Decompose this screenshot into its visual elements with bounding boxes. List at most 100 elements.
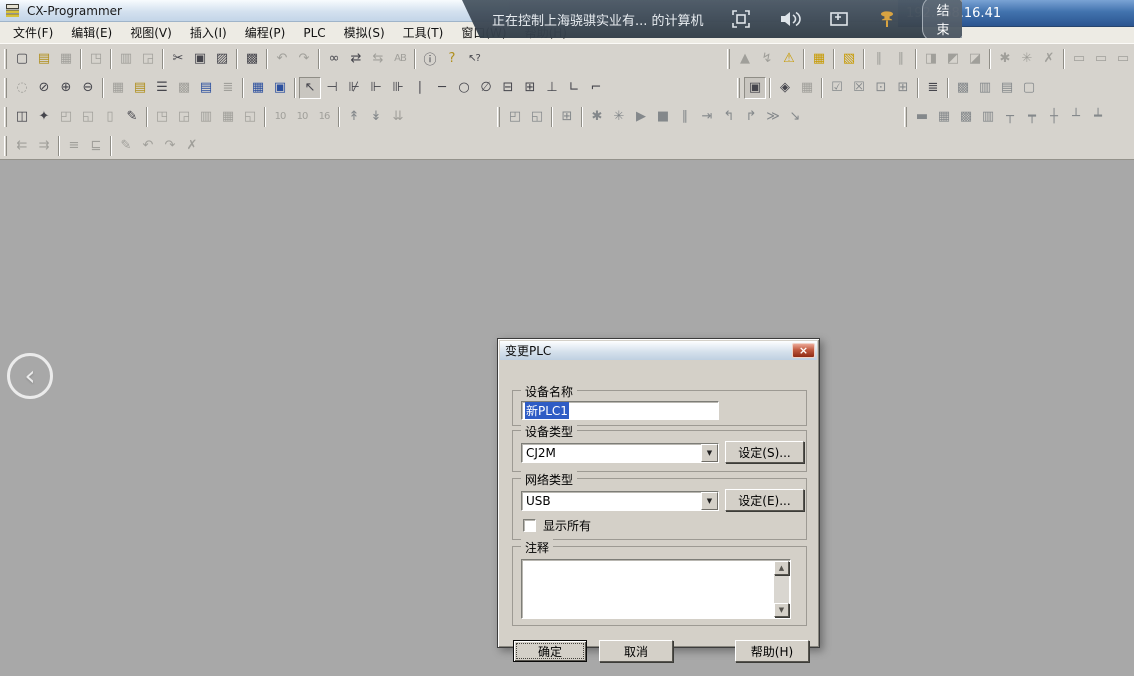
transfer-all-icon[interactable]: ⇊ xyxy=(387,106,409,128)
address-list-icon[interactable]: ☰ xyxy=(151,77,173,99)
network-type-combo[interactable]: USB ▼ xyxy=(521,491,719,511)
compile-icon[interactable]: ✦ xyxy=(33,106,55,128)
paste-icon[interactable]: ▨ xyxy=(211,48,233,70)
watch-remove-icon[interactable]: ☒ xyxy=(848,77,870,99)
vertical-line-icon[interactable]: ∣ xyxy=(409,77,431,99)
sim-mode-2-icon[interactable]: ✳ xyxy=(608,106,630,128)
pin-icon[interactable] xyxy=(876,8,898,30)
sma-view-icon[interactable]: ▦ xyxy=(247,77,269,99)
toolbar-grip[interactable] xyxy=(4,107,7,127)
cut-icon[interactable]: ✂ xyxy=(167,48,189,70)
force-cancel-icon[interactable]: ✗ xyxy=(1038,48,1060,70)
cancel-button[interactable]: 取消 xyxy=(599,640,673,662)
monitor-3-icon[interactable]: ▤ xyxy=(996,77,1018,99)
copy-icon[interactable]: ▣ xyxy=(189,48,211,70)
delete-branch-icon[interactable]: ⌐ xyxy=(585,77,607,99)
transfer-to-plc-icon[interactable]: ◨ xyxy=(920,48,942,70)
dialog-close-button[interactable]: × xyxy=(792,343,815,358)
indent-icon[interactable]: ⇉ xyxy=(33,135,55,157)
cross-reference-icon[interactable]: ◳ xyxy=(151,106,173,128)
properties-icon[interactable]: ✎ xyxy=(121,106,143,128)
online-edit-icon[interactable]: ↯ xyxy=(756,48,778,70)
net-topology-2-icon[interactable]: ┯ xyxy=(1021,106,1043,128)
menu-item-file[interactable]: 文件(F) xyxy=(4,21,62,44)
redo-rung-icon[interactable]: ↷ xyxy=(159,135,181,157)
ok-button[interactable]: 确定 xyxy=(513,640,587,662)
transfer-options2-icon[interactable]: ◱ xyxy=(77,106,99,128)
instruction-box-icon[interactable]: ⊟ xyxy=(497,77,519,99)
zoom-tool-icon[interactable]: ⊘ xyxy=(33,77,55,99)
sim-stop-icon[interactable]: ■ xyxy=(652,106,674,128)
net-topology-3-icon[interactable]: ┼ xyxy=(1043,106,1065,128)
coil-icon[interactable]: ○ xyxy=(453,77,475,99)
network-warning-icon[interactable]: ▧ xyxy=(838,48,860,70)
sim-mode-1-icon[interactable]: ✱ xyxy=(586,106,608,128)
set-value-icon[interactable]: ↟ xyxy=(343,106,365,128)
coil-closed-icon[interactable]: ∅ xyxy=(475,77,497,99)
menu-item-simulation[interactable]: 模拟(S) xyxy=(335,21,394,44)
monitor-4-icon[interactable]: ▢ xyxy=(1018,77,1040,99)
network-type-settings-button[interactable]: 设定(E)... xyxy=(725,489,804,511)
watch-edit-icon[interactable]: ⊡ xyxy=(870,77,892,99)
pause-monitor-icon[interactable]: ∥ xyxy=(868,48,890,70)
contact-or-no-icon[interactable]: ⊩ xyxy=(365,77,387,99)
toolbar-grip[interactable] xyxy=(4,78,7,98)
menu-item-plc[interactable]: PLC xyxy=(294,23,334,43)
sim-window-1-icon[interactable]: ◰ xyxy=(504,106,526,128)
net-monitor-4-icon[interactable]: ▥ xyxy=(977,106,999,128)
menu-item-view[interactable]: 视图(V) xyxy=(121,21,181,44)
hexadecimal-icon[interactable]: 16 xyxy=(313,106,335,128)
device-type-combo[interactable]: CJ2M ▼ xyxy=(521,443,719,463)
sim-step-out-icon[interactable]: ↱ xyxy=(740,106,762,128)
fullscreen-icon[interactable] xyxy=(730,8,752,30)
rung-wrap-icon[interactable]: ▦ xyxy=(796,77,818,99)
grid-icon[interactable]: ▦ xyxy=(107,77,129,99)
toolbar-grip[interactable] xyxy=(4,136,7,156)
change-ab-icon[interactable]: AB xyxy=(389,48,411,70)
net-topology-1-icon[interactable]: ┬ xyxy=(999,106,1021,128)
rack-2-icon[interactable]: ▭ xyxy=(1090,48,1112,70)
io-table-icon[interactable]: ▦ xyxy=(217,106,239,128)
rack-1-icon[interactable]: ▭ xyxy=(1068,48,1090,70)
plc-warning-icon[interactable]: ▦ xyxy=(808,48,830,70)
search-options-icon[interactable]: ⇄ xyxy=(345,48,367,70)
sim-pause-icon[interactable]: ∥ xyxy=(674,106,696,128)
compare-plc-icon[interactable]: ◪ xyxy=(964,48,986,70)
net-monitor-2-icon[interactable]: ▦ xyxy=(933,106,955,128)
speaker-icon[interactable] xyxy=(778,8,802,30)
scroll-up-button[interactable]: ▲ xyxy=(774,561,789,575)
delete-rung-icon[interactable]: ✗ xyxy=(181,135,203,157)
watch-add-icon[interactable]: ☑ xyxy=(826,77,848,99)
device-type-settings-button[interactable]: 设定(S)... xyxy=(725,441,804,463)
menu-item-tools[interactable]: 工具(T) xyxy=(394,21,453,44)
rack-3-icon[interactable]: ▭ xyxy=(1112,48,1134,70)
context-help-icon[interactable]: ↖? xyxy=(463,48,485,70)
memory-view-icon[interactable]: ◱ xyxy=(239,106,261,128)
view-mode-icon[interactable]: ▣ xyxy=(744,77,766,99)
zoom-in-icon[interactable]: ⊕ xyxy=(55,77,77,99)
print-find-icon[interactable]: ◳ xyxy=(85,48,107,70)
monitor-1-icon[interactable]: ▩ xyxy=(952,77,974,99)
rung-comment-icon[interactable]: ⊑ xyxy=(85,135,107,157)
zoom-out-icon[interactable]: ⊖ xyxy=(77,77,99,99)
info-icon[interactable]: ⓘ xyxy=(419,48,441,70)
force-off-icon[interactable]: ✳ xyxy=(1016,48,1038,70)
monitor-2-icon[interactable]: ▥ xyxy=(974,77,996,99)
contact-no-icon[interactable]: ⊣ xyxy=(321,77,343,99)
print-preview-icon[interactable]: ◲ xyxy=(137,48,159,70)
used-report-icon[interactable]: ▥ xyxy=(195,106,217,128)
symbol-table-icon[interactable]: ▤ xyxy=(195,77,217,99)
sim-run-icon[interactable]: ▶ xyxy=(630,106,652,128)
work-online-sim-icon[interactable]: ▲ xyxy=(734,48,756,70)
pause-icon[interactable]: ∥ xyxy=(890,48,912,70)
toolbar-grip[interactable] xyxy=(4,49,7,69)
toolbar-grip[interactable] xyxy=(497,107,500,127)
rung-list-icon[interactable]: ≡ xyxy=(63,135,85,157)
find-icon[interactable]: ∞ xyxy=(323,48,345,70)
sim-to-end-icon[interactable]: ↘ xyxy=(784,106,806,128)
menu-item-program[interactable]: 编程(P) xyxy=(236,21,295,44)
toolbar-grip[interactable] xyxy=(904,107,907,127)
back-nav-button[interactable]: ‹ xyxy=(7,353,53,399)
replace-icon[interactable]: ⇆ xyxy=(367,48,389,70)
transfer-from-plc-icon[interactable]: ◩ xyxy=(942,48,964,70)
